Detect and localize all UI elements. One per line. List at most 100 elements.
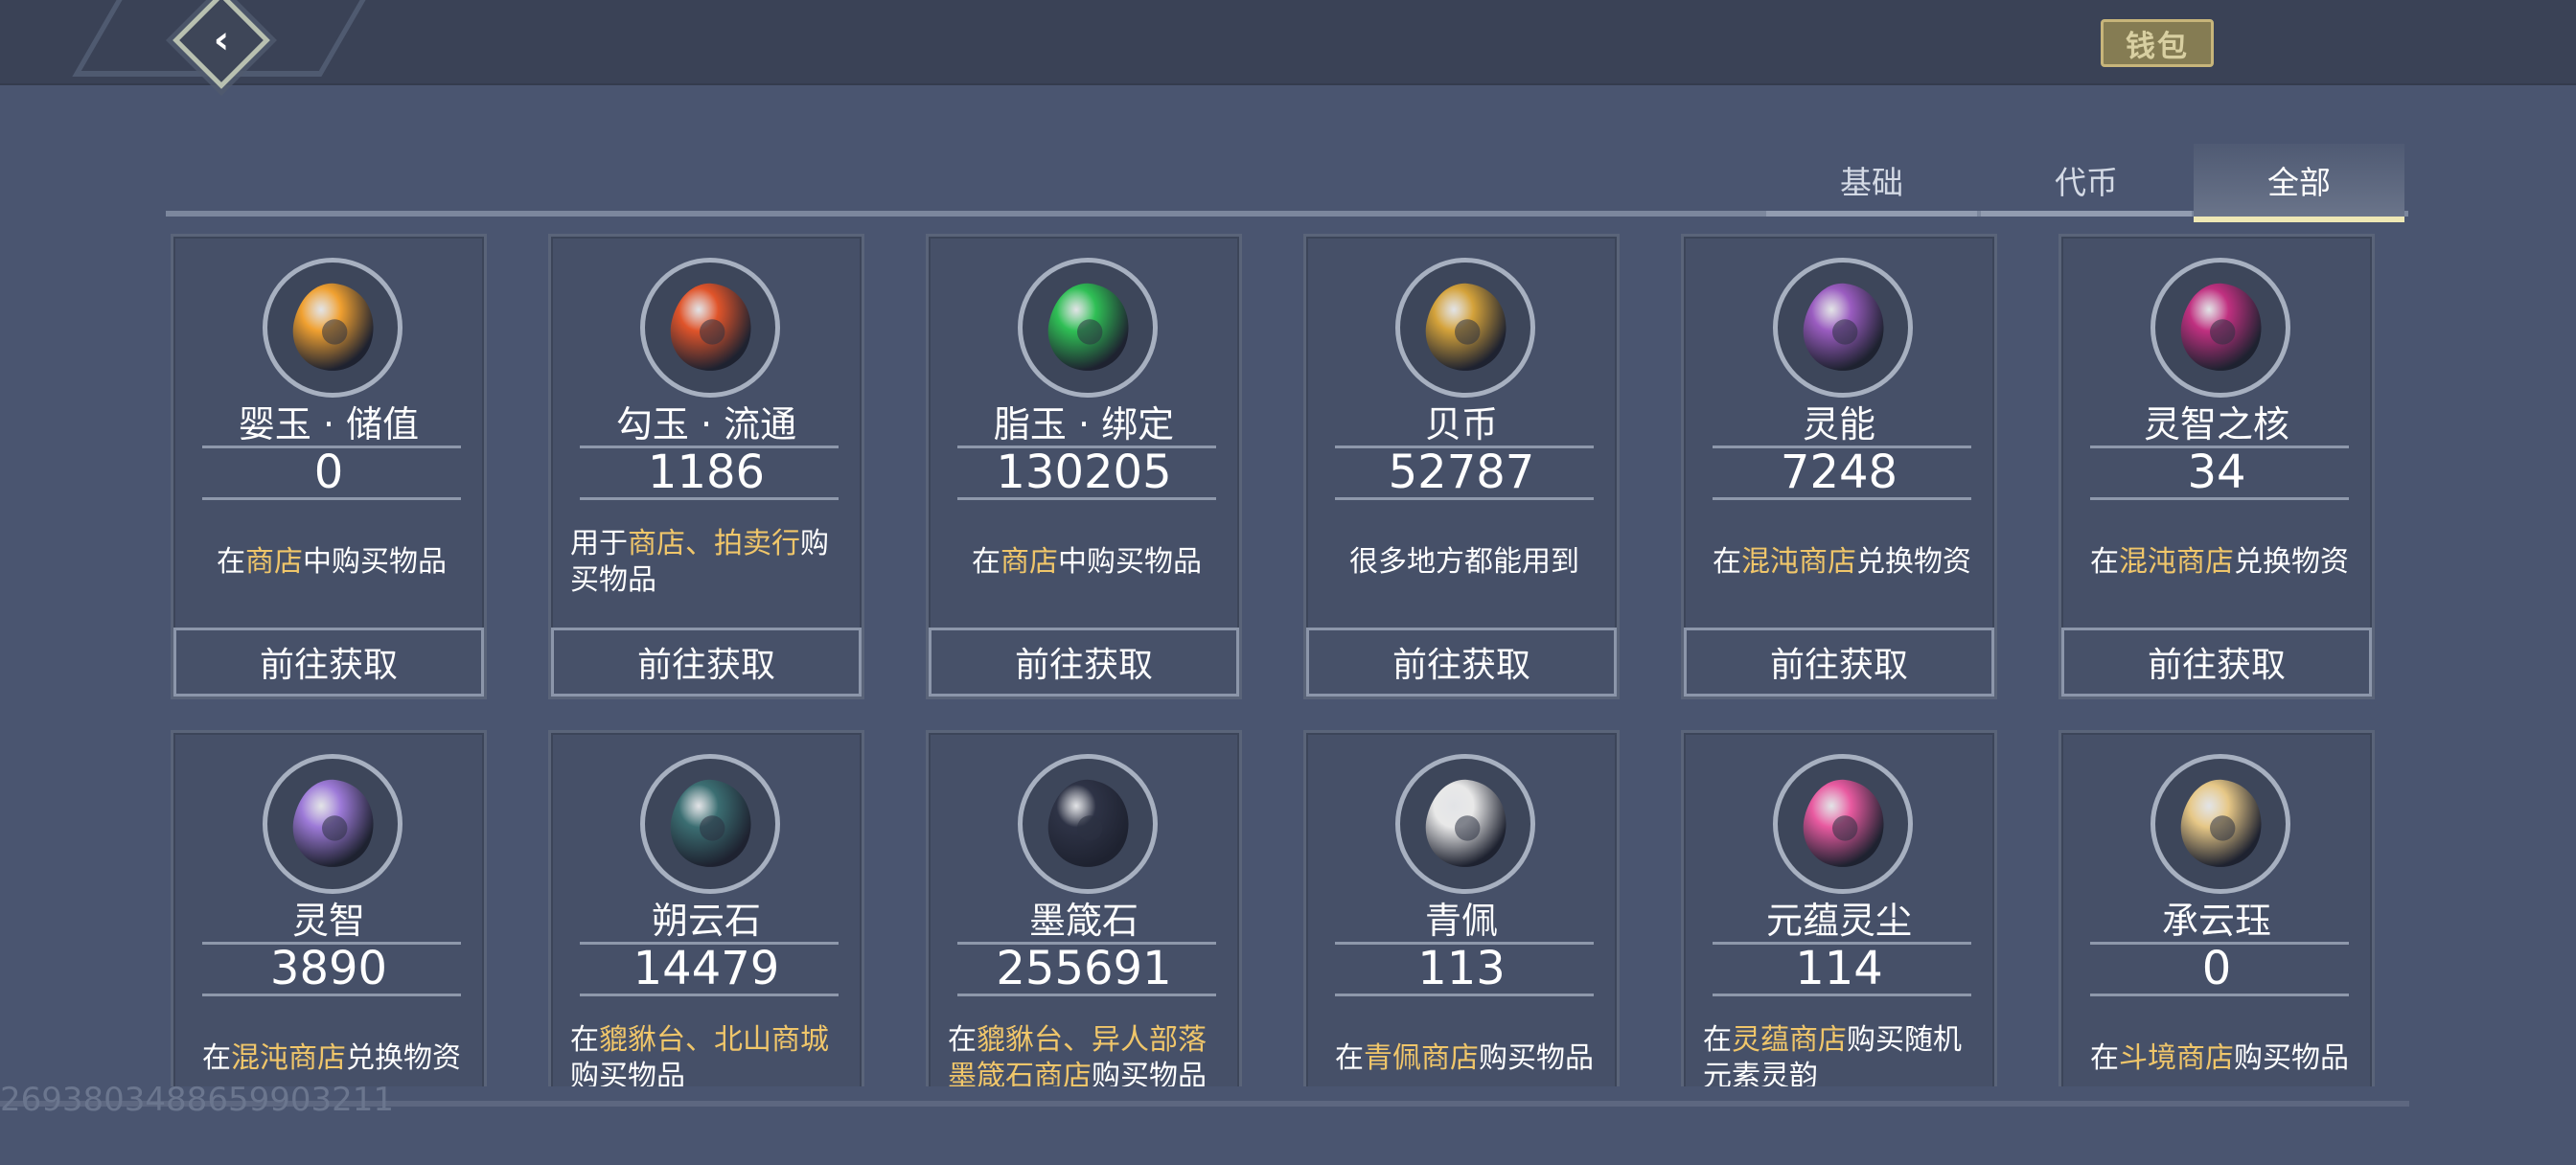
divider [1335, 994, 1594, 996]
description-text: 在 [1713, 545, 1741, 579]
go-obtain-button[interactable]: 前往获取 [1306, 628, 1617, 697]
divider [957, 497, 1216, 500]
currency-card: 贝币 52787 很多地方都能用到 前往获取 [1303, 234, 1620, 699]
description-text: 兑换物资 [1856, 545, 1971, 579]
highlight-text: 青佩商店 [1364, 1041, 1479, 1075]
red-magatama-icon [640, 258, 780, 398]
divider [1713, 497, 1971, 500]
currency-description: 在商店中购买物品 [193, 524, 471, 601]
currency-count: 14479 [632, 942, 780, 995]
go-obtain-button[interactable]: 前往获取 [173, 628, 484, 697]
description-text: 购买物品 [570, 1060, 685, 1086]
crimson-core-icon [2150, 258, 2290, 398]
currency-count: 114 [1795, 942, 1883, 995]
divider [1713, 994, 1971, 996]
description-text: 在 [1335, 1041, 1364, 1075]
description-text: 中购买物品 [1058, 545, 1202, 579]
currency-card: 灵智之核 34 在混沌商店兑换物资 前往获取 [2058, 234, 2375, 699]
description-text: 兑换物资 [2234, 545, 2349, 579]
description-text: 兑换物资 [346, 1041, 461, 1075]
currency-card: 青佩113在青佩商店购买物品前往获取 [1303, 730, 1620, 1086]
currency-name: 灵能 [1802, 403, 1875, 445]
currency-count: 113 [1417, 942, 1506, 995]
chevron-left-icon: ‹ [213, 18, 230, 62]
divider [957, 994, 1216, 996]
currency-count: 130205 [996, 445, 1172, 499]
currency-card: 朔云石14479在貔貅台、北山商城购买物品前往获取 [548, 730, 864, 1086]
currency-card: 婴玉 · 储值 0 在商店中购买物品 前往获取 [171, 234, 487, 699]
currency-card: 脂玉 · 绑定 130205 在商店中购买物品前往获取 [926, 234, 1242, 699]
divider [580, 497, 839, 500]
white-pendant-icon [1395, 754, 1535, 894]
dragon-stone-icon [1018, 754, 1158, 894]
currency-description: 在商店中购买物品 [948, 524, 1226, 601]
cloud-stone-icon [640, 754, 780, 894]
wallet-button[interactable]: 钱包 [2101, 19, 2214, 67]
currency-card: 墨箴石255691在貔貅台、异人部落墨箴石商店购买物品前往获取 [926, 730, 1242, 1086]
highlight-text: 灵蕴商店 [1732, 1023, 1847, 1057]
currency-count: 7248 [1780, 445, 1898, 499]
tab-all[interactable]: 全部 [2194, 144, 2404, 222]
description-text: 中购买物品 [303, 545, 447, 579]
divider [1335, 497, 1594, 500]
go-obtain-button[interactable]: 前往获取 [1684, 628, 1994, 697]
currency-name: 朔云石 [651, 900, 761, 942]
divider [580, 994, 839, 996]
description-text: 用于 [570, 527, 628, 560]
currency-description: 在貔貅台、北山商城购买物品 [570, 1020, 848, 1086]
description-text: 购买物品 [2234, 1041, 2349, 1075]
currency-description: 在青佩商店购买物品 [1325, 1020, 1603, 1086]
green-jade-icon [1018, 258, 1158, 398]
description-text: 在 [972, 545, 1000, 579]
currency-count: 255691 [996, 942, 1172, 995]
user-id: 2693803488659903211 [0, 1081, 395, 1119]
rainbow-gem-icon [1773, 754, 1913, 894]
go-obtain-button[interactable]: 前往获取 [2061, 628, 2372, 697]
tab-tokens[interactable]: 代币 [1981, 144, 2192, 217]
description-text: 在 [948, 1023, 977, 1057]
category-tabs: 基础 代币 全部 [166, 144, 2408, 222]
description-text: 购买物品 [1479, 1041, 1594, 1075]
currency-name: 承云珏 [2161, 900, 2271, 942]
currency-count: 34 [2187, 445, 2246, 499]
description-text: 购买物品 [1092, 1060, 1207, 1086]
highlight-text: 斗境商店 [2119, 1041, 2234, 1075]
currency-card: 灵能 7248 在混沌商店兑换物资前往获取 [1681, 234, 1997, 699]
currency-description: 在斗境商店购买物品 [2081, 1020, 2358, 1086]
currency-description: 在混沌商店兑换物资 [193, 1020, 471, 1086]
currency-count: 3890 [269, 942, 388, 995]
highlight-text: 混沌商店 [231, 1041, 346, 1075]
description-text: 在 [1703, 1023, 1732, 1057]
currency-description: 在混沌商店兑换物资 [2081, 524, 2358, 601]
amber-jade-icon [263, 258, 402, 398]
currency-description: 用于商店、拍卖行购买物品 [570, 524, 848, 601]
divider [2090, 994, 2349, 996]
currency-name: 贝币 [1424, 403, 1498, 445]
go-obtain-button[interactable]: 前往获取 [929, 628, 1239, 697]
tab-basic[interactable]: 基础 [1766, 144, 1977, 217]
currency-name: 元蕴灵尘 [1765, 900, 1912, 942]
currency-count: 1186 [647, 445, 766, 499]
currency-name: 脂玉 · 绑定 [993, 403, 1175, 445]
spirit-orb-icon [1773, 258, 1913, 398]
currency-card: 勾玉 · 流通 1186 用于商店、拍卖行购买物品前往获取 [548, 234, 864, 699]
purple-crystal-icon [263, 754, 402, 894]
go-obtain-button[interactable]: 前往获取 [551, 628, 862, 697]
highlight-text: 貔貅台、北山商城 [599, 1023, 829, 1057]
description-text: 在 [217, 545, 245, 579]
shell-coin-icon [1395, 258, 1535, 398]
currency-name: 勾玉 · 流通 [615, 403, 797, 445]
description-text: 在 [202, 1041, 231, 1075]
currency-card: 承云珏0在斗境商店购买物品前往获取 [2058, 730, 2375, 1086]
currency-name: 婴玉 · 储值 [238, 403, 420, 445]
currency-count: 52787 [1388, 445, 1535, 499]
currency-name: 青佩 [1424, 900, 1498, 942]
highlight-text: 商店 [1000, 545, 1058, 579]
highlight-text: 混沌商店 [1741, 545, 1856, 579]
divider [2090, 497, 2349, 500]
highlight-text: 商店 [245, 545, 303, 579]
currency-count: 0 [2201, 942, 2232, 995]
highlight-text: 混沌商店 [2119, 545, 2234, 579]
currency-name: 墨箴石 [1028, 900, 1138, 942]
currency-description: 在混沌商店兑换物资 [1703, 524, 1981, 601]
